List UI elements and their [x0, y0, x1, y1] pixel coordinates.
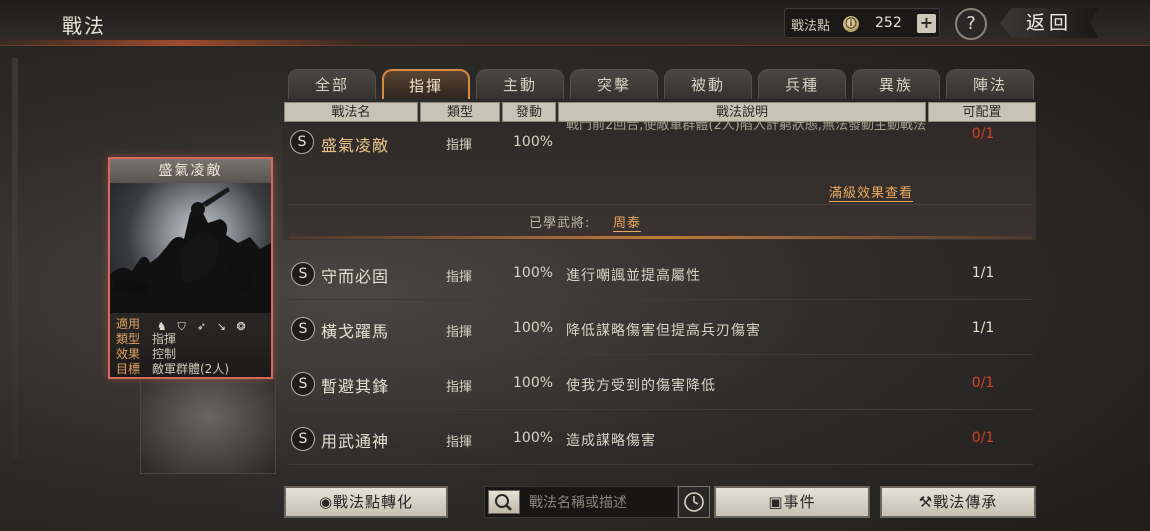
back-button[interactable]: 返回 — [1000, 8, 1098, 38]
column-header-name: 戰法名 — [284, 102, 418, 122]
tactic-cap: 0/1 — [971, 430, 995, 446]
grade-badge: S — [291, 262, 315, 286]
card-title: 盛氣凌敵 — [110, 159, 271, 183]
tactic-desc: 造成謀略傷害 — [566, 433, 656, 449]
tactic-cap: 1/1 — [971, 320, 995, 336]
tactic-tabs: 全部 指揮 主動 突擊 被動 兵種 異族 陣法 — [288, 69, 1036, 99]
tab-foreign[interactable]: 異族 — [852, 69, 940, 99]
tactic-name: 守而必固 — [321, 267, 390, 286]
card-type-value: 指揮 — [152, 332, 177, 346]
convert-icon: ◉ — [318, 493, 334, 511]
spear-icon: ↘ — [216, 320, 226, 333]
tactic-rate: 100% — [513, 320, 554, 336]
tactic-row-expanded[interactable]: 戰鬥前2回合,使敵軍群體(2人)陷入計窮狀態,無法發動主動戰法 S 盛氣凌敵 指… — [283, 122, 1036, 240]
inherit-button[interactable]: ⚒戰法傳承 — [880, 486, 1036, 518]
tab-command[interactable]: 指揮 — [382, 69, 470, 99]
column-header-cap: 可配置 — [928, 102, 1036, 122]
inherit-label: 戰法傳承 — [933, 493, 998, 511]
tactic-type: 指揮 — [446, 270, 473, 285]
tactic-coin-icon: ⓘ — [843, 16, 859, 32]
grade-badge: S — [291, 317, 315, 341]
card-artwork — [110, 183, 271, 313]
hammer-icon: ⚒ — [918, 493, 934, 511]
add-points-button[interactable]: + — [917, 14, 936, 33]
tab-assault[interactable]: 突擊 — [570, 69, 658, 99]
help-button[interactable]: ? — [955, 8, 987, 40]
tactic-points-label: 戰法點 — [791, 19, 831, 34]
grade-badge: S — [290, 130, 314, 154]
grade-badge: S — [291, 372, 315, 396]
tactic-row[interactable]: S 守而必固 指揮 100% 進行嘲諷並提高屬性 1/1 — [289, 246, 1033, 300]
card-target-key: 目標 — [116, 362, 141, 376]
history-button[interactable] — [678, 486, 710, 518]
shield-icon: ⛉ — [177, 320, 186, 333]
tactic-card[interactable]: 盛氣凌敵 適用 ♞ ⛉ ➶ ↘ ❂ 類型 指揮 效果 控制 目標 敵軍群體(2人) — [108, 157, 273, 379]
tactic-name: 橫戈躍馬 — [321, 322, 390, 341]
tactic-name: 盛氣凌敵 — [321, 136, 390, 155]
search-icon — [495, 494, 512, 511]
tactic-cap: 0/1 — [971, 126, 995, 142]
learned-general-link[interactable]: 周泰 — [613, 212, 642, 232]
tab-troop-type[interactable]: 兵種 — [758, 69, 846, 99]
tactic-cap: 0/1 — [971, 375, 995, 391]
learned-label: 已學武將: — [529, 216, 591, 231]
column-header-type: 類型 — [420, 102, 500, 122]
column-header-desc: 戰法說明 — [558, 102, 926, 122]
max-effect-link[interactable]: 滿級效果查看 — [829, 182, 914, 202]
search-button[interactable] — [488, 490, 520, 514]
tactic-rate: 100% — [513, 134, 554, 150]
column-header-rate: 發動 — [502, 102, 556, 122]
tactic-name: 用武通神 — [321, 432, 390, 451]
search-box — [484, 486, 678, 518]
card-info: 適用 ♞ ⛉ ➶ ↘ ❂ 類型 指揮 效果 控制 目標 敵軍群體(2人) — [110, 313, 271, 377]
tactic-row[interactable]: S 暫避其鋒 指揮 100% 使我方受到的傷害降低 0/1 — [289, 356, 1033, 410]
page-title: 戰法 — [62, 14, 106, 38]
title-glow — [0, 40, 360, 46]
tactic-points-box: 戰法點 ⓘ 252 + — [784, 8, 940, 38]
tactic-desc: 進行嘲諷並提高屬性 — [566, 268, 701, 284]
clock-icon — [684, 492, 704, 512]
tactic-rate: 100% — [513, 265, 554, 281]
grade-badge: S — [291, 427, 315, 451]
tactic-type: 指揮 — [446, 380, 473, 395]
tactic-type: 指揮 — [446, 325, 473, 340]
tactic-cap: 1/1 — [971, 265, 995, 281]
tactic-desc-partial: 戰鬥前2回合,使敵軍群體(2人)陷入計窮狀態,無法發動主動戰法 — [566, 122, 926, 133]
bow-icon: ➶ — [196, 320, 207, 333]
tab-all[interactable]: 全部 — [288, 69, 376, 99]
card-target-row: 目標 敵軍群體(2人) — [116, 360, 229, 377]
event-icon: ▣ — [768, 493, 784, 511]
side-decoration — [12, 58, 18, 458]
tactic-points-value: 252 — [875, 15, 902, 31]
tab-formation[interactable]: 陣法 — [946, 69, 1034, 99]
tab-passive[interactable]: 被動 — [664, 69, 752, 99]
tactic-list[interactable]: 戰鬥前2回合,使敵軍群體(2人)陷入計窮狀態,無法發動主動戰法 S 盛氣凌敵 指… — [283, 122, 1036, 474]
wheel-icon: ❂ — [236, 320, 246, 333]
top-bar: 戰法 戰法點 ⓘ 252 + ? 返回 — [0, 0, 1150, 46]
event-button[interactable]: ▣事件 — [714, 486, 870, 518]
expanded-underline — [289, 236, 1033, 239]
convert-points-button[interactable]: ◉戰法點轉化 — [284, 486, 448, 518]
expanded-divider — [289, 204, 1033, 205]
tactic-row[interactable]: S 橫戈躍馬 指揮 100% 降低謀略傷害但提高兵刃傷害 1/1 — [289, 301, 1033, 355]
tactic-type: 指揮 — [446, 138, 473, 153]
warrior-silhouette-icon — [110, 187, 271, 313]
tactic-rate: 100% — [513, 375, 554, 391]
search-input[interactable] — [529, 493, 669, 513]
tactic-desc: 使我方受到的傷害降低 — [566, 378, 716, 394]
convert-label: 戰法點轉化 — [333, 493, 414, 511]
card-target-value: 敵軍群體(2人) — [152, 362, 229, 376]
tactic-desc: 降低謀略傷害但提高兵刃傷害 — [566, 323, 761, 339]
tactic-type: 指揮 — [446, 435, 473, 450]
tactic-row[interactable]: S 用武通神 指揮 100% 造成謀略傷害 0/1 — [289, 411, 1033, 465]
tactic-rate: 100% — [513, 430, 554, 446]
card-effect-value: 控制 — [152, 347, 177, 361]
card-stack-back — [140, 378, 276, 474]
event-label: 事件 — [783, 493, 816, 511]
tactic-name: 暫避其鋒 — [321, 377, 390, 396]
tab-active[interactable]: 主動 — [476, 69, 564, 99]
